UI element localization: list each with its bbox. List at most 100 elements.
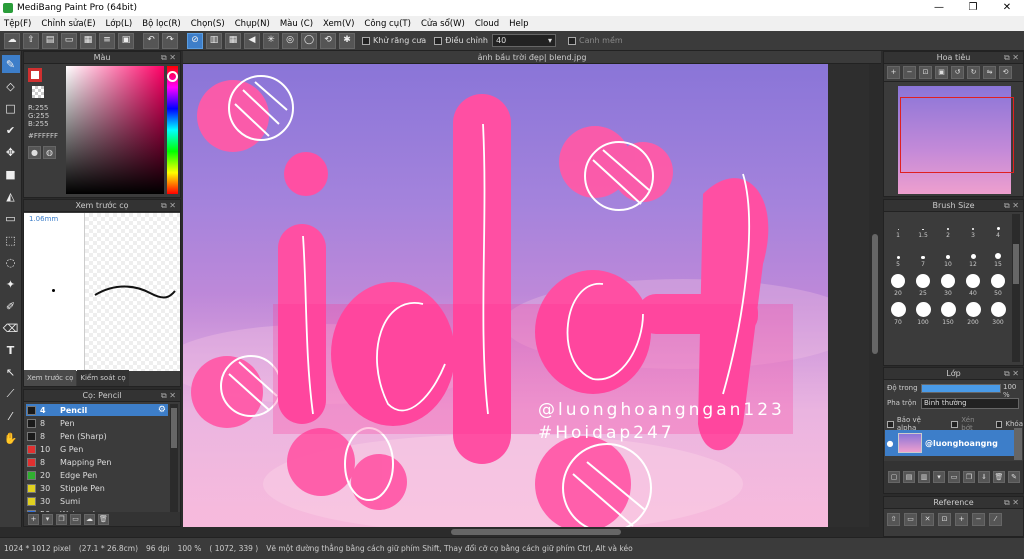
new-halftone-layer-icon[interactable]: ▤ (903, 471, 915, 483)
brush-size-scrollbar[interactable] (1012, 214, 1020, 362)
minimize-button[interactable]: — (922, 0, 956, 16)
panel-close-icon[interactable]: ⧉ ✕ (1004, 52, 1019, 64)
ref-zoom-out-icon[interactable]: − (972, 512, 985, 526)
brush-list-scrollbar[interactable] (170, 404, 178, 514)
concentric-snap-icon[interactable]: ◎ (282, 32, 298, 49)
brush-size-option[interactable]: 40 (961, 272, 985, 297)
brush-size-option[interactable]: 10 (936, 243, 960, 268)
magic-wand-tool-icon[interactable]: ✦ (2, 275, 20, 293)
canvas-horizontal-scrollbar[interactable] (183, 527, 881, 537)
brush-size-option[interactable]: 1 (886, 214, 910, 239)
tab-brush-control[interactable]: Kiểm soát cọ (77, 370, 129, 386)
menu-view[interactable]: Xem(V) (323, 19, 354, 29)
foreground-color-swatch[interactable] (28, 68, 42, 82)
list-icon[interactable]: ≡ (99, 32, 115, 49)
brush-size-option[interactable]: 50 (986, 272, 1010, 297)
hscroll-thumb[interactable] (451, 529, 621, 535)
text-tool-icon[interactable]: T (2, 341, 20, 359)
eyedropper-tool-icon[interactable]: ⁄ (2, 407, 20, 425)
brush-item[interactable]: 20 Edge Pen (26, 469, 168, 481)
ref-upload-icon[interactable]: ⇧ (887, 512, 900, 526)
grid-snap-icon[interactable]: ▦ (225, 32, 241, 49)
menu-cloud[interactable]: Cloud (475, 19, 499, 29)
tab-brush-preview[interactable]: Xem trước cọ (24, 370, 77, 386)
brush-options-icon[interactable]: ▾ (42, 513, 53, 525)
soft-snap-checkbox[interactable] (567, 36, 576, 45)
brush-size-option[interactable]: 150 (936, 301, 960, 326)
hue-slider[interactable] (167, 66, 178, 194)
cloud-brush-icon[interactable]: ☁ (84, 513, 95, 525)
color-wheel-icon[interactable]: ◍ (43, 146, 56, 159)
panel-close-icon[interactable]: ⧉ ✕ (161, 52, 176, 64)
operation-tool-icon[interactable]: ↖ (2, 363, 20, 381)
panel-close-icon[interactable]: ⧉ ✕ (1004, 497, 1019, 509)
flip-icon[interactable]: ⇋ (983, 66, 996, 79)
antialias-checkbox[interactable] (362, 36, 370, 45)
brush-size-option[interactable]: 100 (911, 301, 935, 326)
duplicate-layer-icon[interactable]: ❐ (963, 471, 975, 483)
bucket-tool-icon[interactable]: ◭ (2, 187, 20, 205)
canvas-vertical-scrollbar[interactable] (869, 64, 881, 527)
menu-snap[interactable]: Chụp(N) (235, 19, 270, 29)
restore-button[interactable]: ❐ (956, 0, 990, 16)
brush-size-option[interactable]: 30 (936, 272, 960, 297)
brush-settings-gear-icon[interactable]: ⚙ (158, 405, 166, 415)
panel-close-icon[interactable]: ⧉ ✕ (1004, 200, 1019, 212)
dot-tool-icon[interactable]: ✔ (2, 121, 20, 139)
ref-eyedropper-icon[interactable]: ⁄ (989, 512, 1002, 526)
menu-help[interactable]: Help (509, 19, 528, 29)
close-button[interactable]: ✕ (990, 0, 1024, 16)
document-tab[interactable]: ảnh bầu trời đẹp| blend.jpg (183, 51, 881, 64)
undo-icon[interactable]: ↶ (143, 32, 159, 49)
brush-size-option[interactable]: 7 (911, 243, 935, 268)
menu-edit[interactable]: Chỉnh sửa(E) (41, 19, 95, 29)
clipping-checkbox[interactable] (951, 420, 959, 428)
fit-icon[interactable]: ⊡ (919, 66, 932, 79)
brush-item[interactable]: 8 Pen (Sharp) (26, 430, 168, 442)
brush-size-option[interactable]: 2 (936, 214, 960, 239)
divide-tool-icon[interactable]: ⟋ (2, 385, 20, 403)
ref-folder-icon[interactable]: ▭ (904, 512, 917, 526)
layer-settings-icon[interactable]: ✎ (1008, 471, 1020, 483)
panel-close-icon[interactable]: ⧉ ✕ (161, 390, 176, 402)
curve-snap-icon[interactable]: ⟲ (320, 32, 336, 49)
folder-layer-icon[interactable]: ▭ (948, 471, 960, 483)
navigator-view-frame[interactable] (900, 97, 1014, 173)
brush-size-option[interactable]: 3 (961, 214, 985, 239)
panel-close-icon[interactable]: ⧉ ✕ (161, 200, 176, 212)
adjust-select[interactable]: 40 (491, 34, 556, 47)
opacity-slider[interactable] (921, 384, 1001, 393)
brush-tool-icon[interactable]: ✎ (1, 55, 20, 73)
hand-tool-icon[interactable]: ✋ (2, 429, 20, 447)
saturation-value-picker[interactable] (66, 66, 164, 194)
rect-tool-icon[interactable]: □ (2, 99, 20, 117)
select-eraser-tool-icon[interactable]: ⌫ (2, 319, 20, 337)
save-icon[interactable]: ▣ (118, 32, 134, 49)
brush-item[interactable]: 8 Pen (26, 417, 168, 429)
layer-item[interactable]: ● @luonghoangng (885, 430, 1021, 456)
perspective-snap-icon[interactable]: ◀ (244, 32, 260, 49)
layer-menu-icon[interactable]: ▾ (933, 471, 945, 483)
cloud-icon[interactable]: ☁ (4, 32, 20, 49)
visibility-eye-icon[interactable]: ● (885, 439, 895, 448)
brush-size-option[interactable]: 12 (961, 243, 985, 268)
brush-item[interactable]: 30 Stipple Pen (26, 482, 168, 494)
navigator-thumbnail[interactable] (898, 86, 1014, 194)
lasso-tool-icon[interactable]: ◌ (2, 253, 20, 271)
hue-slider-knob[interactable] (167, 71, 178, 82)
brush-size-option[interactable]: 5 (886, 243, 910, 268)
palette-icon[interactable]: ● (28, 146, 41, 159)
brush-item[interactable]: 8 Mapping Pen (26, 456, 168, 468)
canvas-area[interactable]: @luonghoangngan123 #Hoidap247 (183, 64, 881, 527)
actual-size-icon[interactable]: ▣ (935, 66, 948, 79)
menu-layer[interactable]: Lớp(L) (106, 19, 133, 29)
reset-icon[interactable]: ⟲ (999, 66, 1012, 79)
lock-checkbox[interactable] (995, 420, 1003, 428)
menu-window[interactable]: Cửa sổ(W) (421, 19, 465, 29)
zoom-in-icon[interactable]: + (887, 66, 900, 79)
zoom-out-icon[interactable]: − (903, 66, 916, 79)
new-canvas-icon[interactable]: ▤ (42, 32, 58, 49)
brush-size-option[interactable]: 25 (911, 272, 935, 297)
brush-size-option[interactable]: 200 (961, 301, 985, 326)
merge-down-icon[interactable]: ⇓ (978, 471, 990, 483)
